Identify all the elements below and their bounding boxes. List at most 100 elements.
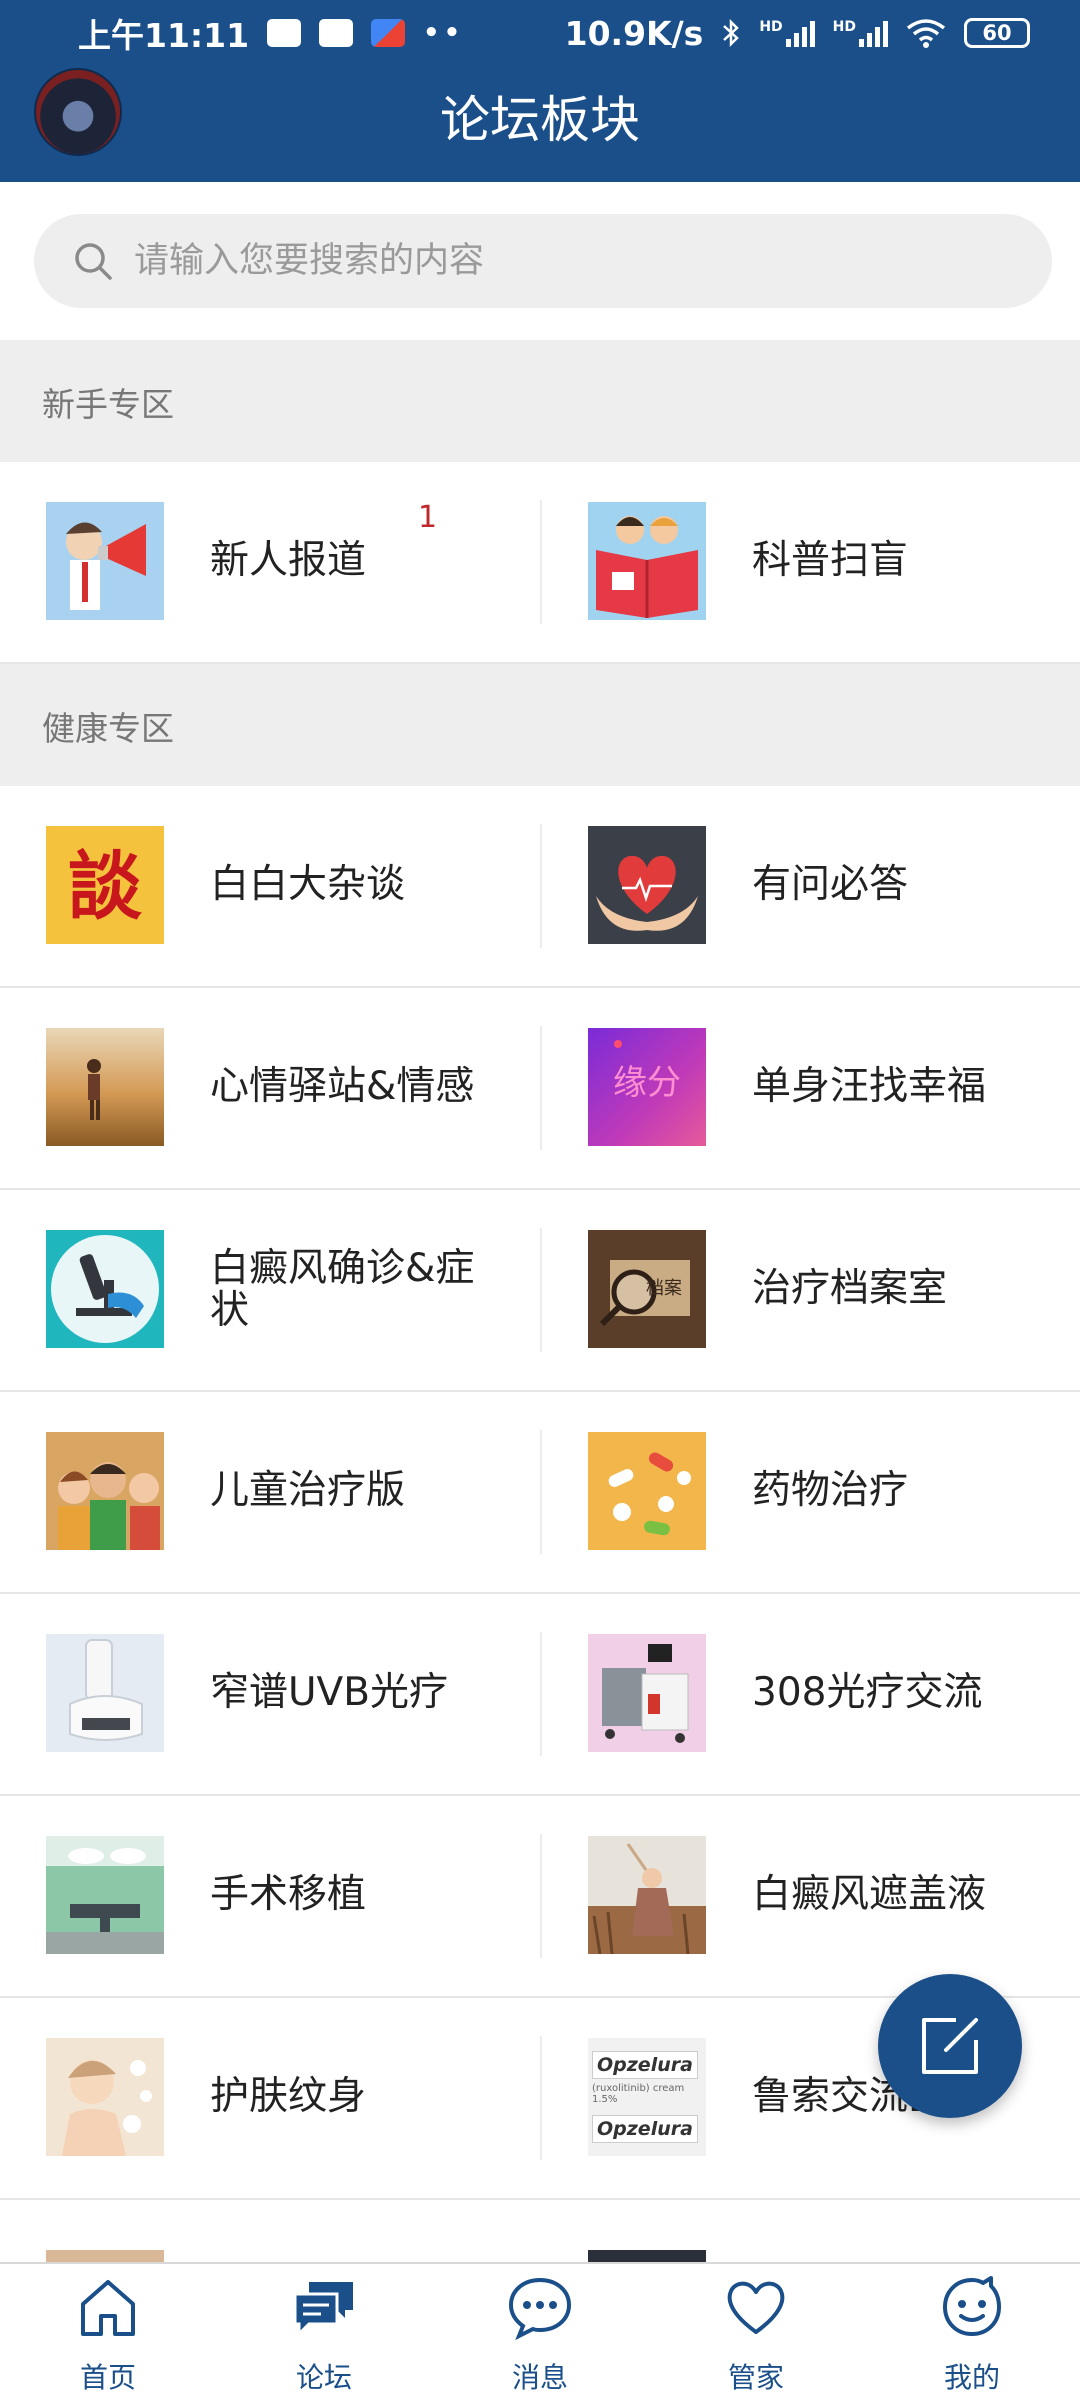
heart-icon xyxy=(727,2281,785,2334)
nav-home[interactable]: 首页 xyxy=(0,2264,216,2400)
board-item-skincare[interactable]: 护肤纹身 xyxy=(0,1998,540,2198)
board-item-308[interactable]: 308光疗交流 xyxy=(540,1594,1080,1794)
laser-device-icon xyxy=(588,1634,706,1752)
board-item-mood[interactable]: 心情驿站&情感 xyxy=(0,988,540,1188)
signal-icon-1: HD xyxy=(759,19,815,47)
status-bar: 上午11:11 •• 10.9K/s HD HD 60 xyxy=(0,0,1080,66)
board-item-science[interactable]: 科普扫盲 xyxy=(540,462,1080,662)
svg-text:談: 談 xyxy=(68,844,142,930)
board-label: 护肤纹身 xyxy=(210,2074,367,2119)
board-label: 白白大杂谈 xyxy=(210,862,406,907)
operating-room-icon xyxy=(46,1836,164,1954)
uvb-lamp-icon xyxy=(46,1634,164,1752)
battery-indicator: 60 xyxy=(964,18,1030,48)
forum-row: 談 白白大杂谈 有问必答 xyxy=(0,786,1080,988)
search-bar[interactable] xyxy=(34,214,1052,308)
children-photo-icon xyxy=(46,1432,164,1550)
next-row-thumb-peek xyxy=(588,2250,706,2262)
nav-label: 论坛 xyxy=(295,2361,352,2394)
forum-row: 儿童治疗版 药物治疗 xyxy=(0,1392,1080,1594)
microscope-icon xyxy=(46,1230,164,1348)
board-item-concealer[interactable]: 白癜风遮盖液 xyxy=(540,1796,1080,1996)
nav-me[interactable]: 我的 xyxy=(864,2264,1080,2400)
unread-badge: 1 xyxy=(418,500,438,535)
forum-row: 窄谱UVB光疗 308光疗交流 xyxy=(0,1594,1080,1796)
board-label: 治疗档案室 xyxy=(752,1266,948,1311)
board-item-chat[interactable]: 談 白白大杂谈 xyxy=(0,786,540,986)
board-item-surgery[interactable]: 手术移植 xyxy=(0,1796,540,1996)
board-item-qa[interactable]: 有问必答 xyxy=(540,786,1080,986)
forum-row: 手术移植 白癜风遮盖液 xyxy=(0,1796,1080,1998)
board-item-singles[interactable]: 缘分 单身汪找幸福 xyxy=(540,988,1080,1188)
pills-icon xyxy=(588,1432,706,1550)
page-title: 论坛板块 xyxy=(440,91,640,149)
board-label: 白癜风遮盖液 xyxy=(752,1872,987,1917)
wifi-icon xyxy=(906,19,946,48)
board-item-archive[interactable]: 档案 治疗档案室 xyxy=(540,1190,1080,1390)
nav-butler[interactable]: 管家 xyxy=(648,2264,864,2400)
board-item-diagnosis[interactable]: 白癜风确诊&症状 xyxy=(0,1190,540,1390)
kids-reading-book-icon xyxy=(588,502,706,620)
board-label: 儿童治疗版 xyxy=(210,1468,406,1513)
board-label: 白癜风确诊&症状 xyxy=(210,1246,475,1333)
forum-row: 新人报道 1 科普扫盲 xyxy=(0,462,1080,664)
heart-hands-icon xyxy=(588,826,706,944)
bottom-nav: 首页 论坛 消息 管家 我的 xyxy=(0,2262,1080,2400)
edit-icon xyxy=(922,2018,978,2074)
search-icon xyxy=(75,243,112,280)
network-speed: 10.9K/s xyxy=(564,13,704,53)
opzelura-brand-text-2: Opzelura xyxy=(592,2115,698,2143)
home-icon xyxy=(81,2280,135,2336)
next-row-thumb-peek xyxy=(46,2250,164,2262)
nav-forum[interactable]: 论坛 xyxy=(216,2264,432,2400)
smiley-face-icon xyxy=(943,2276,1001,2336)
board-item-medication[interactable]: 药物治疗 xyxy=(540,1392,1080,1592)
app-header: 上午11:11 •• 10.9K/s HD HD 60 论坛板块 xyxy=(0,0,1080,182)
section-title: 新手专区 xyxy=(42,385,174,424)
nav-messages[interactable]: 消息 xyxy=(432,2264,648,2400)
opzelura-cream-icon: Opzelura (ruxolitinib) cream 1.5% Opzelu… xyxy=(588,2038,706,2156)
board-item-uvb[interactable]: 窄谱UVB光疗 xyxy=(0,1594,540,1794)
board-label: 有问必答 xyxy=(752,862,909,907)
board-label: 手术移植 xyxy=(210,1872,367,1917)
board-label: 308光疗交流 xyxy=(752,1670,983,1715)
svg-text:缘分: 缘分 xyxy=(613,1063,681,1103)
skincare-woman-icon xyxy=(46,2038,164,2156)
more-notifications-icon: •• xyxy=(423,18,465,48)
board-label: 新人报道 xyxy=(210,538,367,583)
chat-notification-icon xyxy=(267,19,302,47)
status-right: 10.9K/s HD HD 60 xyxy=(565,14,1030,53)
status-time: 上午11:11 xyxy=(78,16,250,55)
board-label: 心情驿站&情感 xyxy=(210,1064,475,1109)
title-bar: 论坛板块 xyxy=(0,66,1080,182)
archive-magnifier-icon: 档案 xyxy=(588,1230,706,1348)
signal-icon-2: HD xyxy=(833,19,888,47)
nav-label: 管家 xyxy=(727,2361,784,2394)
megaphone-man-icon xyxy=(46,502,164,620)
compose-post-button[interactable] xyxy=(878,1974,1022,2118)
search-input[interactable] xyxy=(134,214,1014,308)
board-item-children[interactable]: 儿童治疗版 xyxy=(0,1392,540,1592)
status-left: 上午11:11 •• xyxy=(78,9,464,57)
maps-notification-icon xyxy=(371,19,406,47)
board-label: 药物治疗 xyxy=(752,1468,909,1513)
board-item-newcomer[interactable]: 新人报道 1 xyxy=(0,462,540,662)
message-bubble-icon xyxy=(508,2277,572,2340)
opzelura-subtitle: (ruxolitinib) cream 1.5% xyxy=(592,2083,685,2105)
yuanfen-purple-icon: 缘分 xyxy=(588,1028,706,1146)
chat-notification-icon-2 xyxy=(319,19,354,47)
board-label: 单身汪找幸福 xyxy=(752,1064,987,1109)
nav-label: 消息 xyxy=(511,2361,568,2394)
opzelura-brand-text: Opzelura xyxy=(592,2051,698,2079)
woman-field-icon xyxy=(588,1836,706,1954)
bluetooth-icon xyxy=(723,18,740,48)
tan-character-icon: 談 xyxy=(46,826,164,944)
section-header-health: 健康专区 xyxy=(0,664,1080,786)
forum-row: 心情驿站&情感 缘分 单身汪找幸福 xyxy=(0,988,1080,1190)
board-label: 科普扫盲 xyxy=(752,538,909,583)
forum-row: 白癜风确诊&症状 档案 治疗档案室 xyxy=(0,1190,1080,1392)
section-title: 健康专区 xyxy=(42,709,174,748)
board-label: 窄谱UVB光疗 xyxy=(210,1670,448,1715)
girl-field-sunset-icon xyxy=(46,1028,164,1146)
nav-label: 我的 xyxy=(943,2361,1000,2394)
